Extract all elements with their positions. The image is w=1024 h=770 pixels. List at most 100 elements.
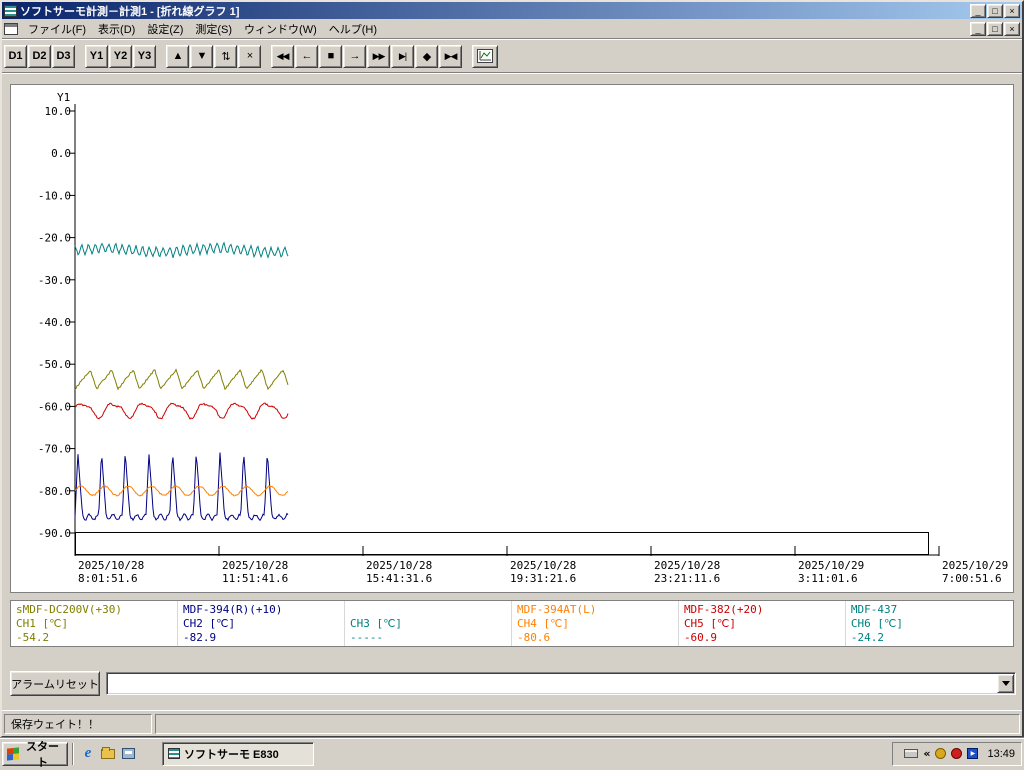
task-button-label: ソフトサーモ E830 [184, 746, 279, 762]
channel-label: CH6 [℃] [851, 617, 1008, 631]
svg-text:-10.0: -10.0 [38, 189, 71, 202]
channel-value: -54.2 [16, 631, 172, 645]
svg-text:19:31:21.6: 19:31:21.6 [510, 572, 576, 585]
svg-text:-40.0: -40.0 [38, 316, 71, 329]
channel-label: CH1 [℃] [16, 617, 172, 631]
toolbar: D1D2D3 Y1Y2Y3 ▲▼⇅× ◀◀←■→▶▶▶|◆▶◀ [2, 40, 1022, 73]
display-button-group: D1D2D3 [4, 45, 76, 68]
svg-text:0.0: 0.0 [51, 147, 71, 160]
chevron-down-icon [1002, 681, 1010, 686]
toolbar-d2-button[interactable]: D2 [28, 45, 51, 68]
tray-keyboard-icon[interactable] [904, 749, 918, 758]
toolbar-d1-button[interactable]: D1 [4, 45, 27, 68]
tray-collapse-icon[interactable]: « [923, 747, 930, 760]
svg-text:2025/10/29: 2025/10/29 [942, 559, 1008, 572]
tray-play-icon[interactable]: ▶ [967, 748, 978, 759]
menu-bar: ファイル(F)表示(D)設定(Z)測定(S)ウィンドウ(W)ヘルプ(H) _ □… [2, 19, 1022, 39]
legend-channel-4: MDF-394AT(L)CH4 [℃]-80.6 [512, 601, 679, 646]
toolbar-compress-button[interactable]: ▶◀ [439, 45, 462, 68]
svg-text:7:00:51.6: 7:00:51.6 [942, 572, 1002, 585]
minimize-button[interactable]: _ [970, 4, 986, 18]
legend-channel-5: MDF-382(+20)CH5 [℃]-60.9 [679, 601, 846, 646]
windows-logo-icon [7, 747, 19, 760]
svg-text:-70.0: -70.0 [38, 443, 71, 456]
restore-button[interactable]: □ [987, 4, 1003, 18]
menubar-items: ファイル(F)表示(D)設定(Z)測定(S)ウィンドウ(W)ヘルプ(H) [22, 19, 383, 39]
channel-value: ----- [350, 631, 506, 645]
svg-text:3:11:01.6: 3:11:01.6 [798, 572, 858, 585]
toolbar-fit-width-button[interactable]: ◆ [415, 45, 438, 68]
menu-item-4[interactable]: ウィンドウ(W) [238, 19, 323, 39]
toolbar-scroll-down-button[interactable]: ▼ [190, 45, 213, 68]
channel-label: CH3 [℃] [350, 617, 506, 631]
status-extra [155, 714, 1020, 734]
taskbar-separator [72, 743, 74, 765]
menu-item-0[interactable]: ファイル(F) [22, 19, 92, 39]
channel-name: MDF-394AT(L) [517, 603, 673, 617]
channel-value: -24.2 [851, 631, 1008, 645]
mdi-restore-button[interactable]: □ [987, 22, 1003, 36]
quicklaunch-show-desktop-icon[interactable] [118, 743, 138, 765]
system-tray: « ▶ 13:49 [892, 742, 1022, 766]
toolbar-y2-button[interactable]: Y2 [109, 45, 132, 68]
svg-text:2025/10/28: 2025/10/28 [366, 559, 432, 572]
legend-channel-6: MDF-437CH6 [℃]-24.2 [846, 601, 1013, 646]
channel-value: -80.6 [517, 631, 673, 645]
start-button-label: スタート [22, 738, 63, 770]
toolbar-step-forward-button[interactable]: → [343, 45, 366, 68]
toolbar-scroll-up-down-button[interactable]: ⇅ [214, 45, 237, 68]
graph-settings-group [472, 45, 499, 68]
mdi-close-button[interactable]: × [1004, 22, 1020, 36]
close-button[interactable]: × [1004, 4, 1020, 18]
svg-text:-30.0: -30.0 [38, 274, 71, 287]
toolbar-fast-forward-button[interactable]: ▶▶ [367, 45, 390, 68]
channel-legend: sMDF-DC200V(+30)CH1 [℃]-54.2MDF-394(R)(+… [10, 600, 1014, 647]
svg-text:-60.0: -60.0 [38, 400, 71, 413]
legend-channel-1: sMDF-DC200V(+30)CH1 [℃]-54.2 [11, 601, 178, 646]
quicklaunch-internet-explorer-icon[interactable]: e [78, 743, 98, 765]
svg-text:11:51:41.6: 11:51:41.6 [222, 572, 288, 585]
toolbar-stop-button[interactable]: ■ [319, 45, 342, 68]
channel-name: MDF-437 [851, 603, 1008, 617]
alarm-reset-button[interactable]: アラームリセット [10, 671, 100, 696]
toolbar-fast-rewind-button[interactable]: ◀◀ [271, 45, 294, 68]
channel-name [350, 603, 506, 617]
mdi-child-icon[interactable] [4, 23, 18, 35]
legend-channel-2: MDF-394(R)(+10)CH2 [℃]-82.9 [178, 601, 345, 646]
svg-text:-80.0: -80.0 [38, 485, 71, 498]
toolbar-y3-button[interactable]: Y3 [133, 45, 156, 68]
taskbar-task-button[interactable]: ソフトサーモ E830 [162, 742, 314, 766]
menu-item-1[interactable]: 表示(D) [92, 19, 141, 39]
toolbar-scroll-up-button[interactable]: ▲ [166, 45, 189, 68]
start-button[interactable]: スタート [2, 742, 68, 766]
alarm-combobox[interactable] [106, 672, 1016, 695]
status-message: 保存ウェイト！！ [4, 714, 152, 734]
graph-settings-button[interactable] [472, 45, 498, 68]
mdi-minimize-button[interactable]: _ [970, 22, 986, 36]
status-bar: 保存ウェイト！！ [2, 710, 1022, 736]
toolbar-d3-button[interactable]: D3 [52, 45, 75, 68]
toolbar-step-back-button[interactable]: ← [295, 45, 318, 68]
menu-item-5[interactable]: ヘルプ(H) [323, 19, 383, 39]
alarm-combobox-dropdown-button[interactable] [997, 674, 1014, 693]
toolbar-skip-to-end-button[interactable]: ▶| [391, 45, 414, 68]
axis-button-group: Y1Y2Y3 [85, 45, 157, 68]
toolbar-auto-scale-button[interactable]: × [238, 45, 261, 68]
menu-item-2[interactable]: 設定(Z) [141, 19, 189, 39]
legend-channel-3: CH3 [℃]----- [345, 601, 512, 646]
menu-item-3[interactable]: 測定(S) [189, 19, 238, 39]
channel-value: -82.9 [183, 631, 339, 645]
tray-alarm-icon[interactable] [935, 748, 946, 759]
channel-value: -60.9 [684, 631, 840, 645]
svg-text:2025/10/28: 2025/10/28 [222, 559, 288, 572]
svg-text:8:01:51.6: 8:01:51.6 [78, 572, 138, 585]
svg-text:-90.0: -90.0 [38, 527, 71, 540]
quicklaunch-folder-icon[interactable] [98, 743, 118, 765]
channel-name: sMDF-DC200V(+30) [16, 603, 172, 617]
screen: { "window": { "title": "ソフトサーモ計測－計測1 - [… [0, 0, 1024, 768]
tray-record-icon[interactable] [951, 748, 962, 759]
toolbar-y1-button[interactable]: Y1 [85, 45, 108, 68]
title-bar: ソフトサーモ計測－計測1 - [折れ線グラフ 1] _ □ × [2, 2, 1022, 19]
app-window: ソフトサーモ計測－計測1 - [折れ線グラフ 1] _ □ × ファイル(F)表… [0, 0, 1024, 738]
channel-label: CH5 [℃] [684, 617, 840, 631]
